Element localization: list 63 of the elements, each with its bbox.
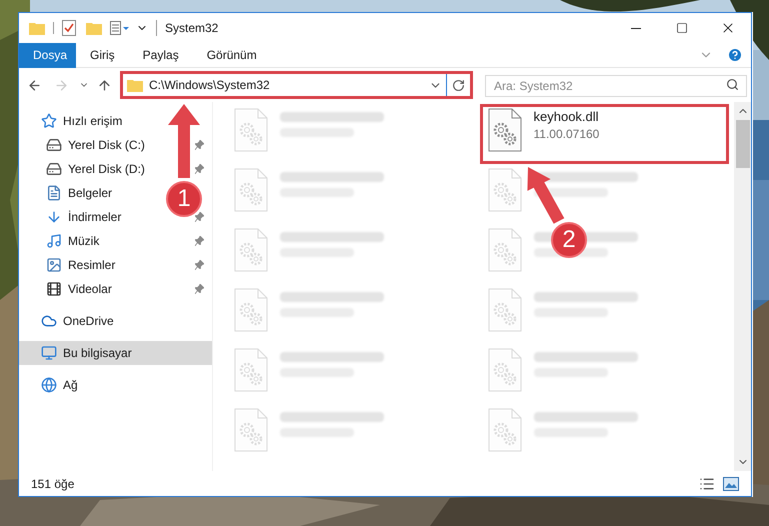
dll-file-icon <box>488 108 522 152</box>
dll-file-icon <box>234 288 268 332</box>
dll-file-icon <box>488 168 522 212</box>
dll-file-icon <box>488 408 522 452</box>
sidebar-item[interactable]: İndirmeler <box>19 205 159 229</box>
help-icon[interactable] <box>727 47 743 63</box>
sidebar-item[interactable]: Resimler <box>19 253 159 277</box>
document-icon <box>46 185 62 201</box>
file-name: keyhook.dll <box>534 108 600 126</box>
sidebar-item[interactable]: Hızlı erişim <box>19 109 159 133</box>
sidebar-item[interactable]: Ağ <box>19 373 159 397</box>
file-description: 11.00.07160 <box>534 126 600 142</box>
window-title: System32 <box>165 20 218 37</box>
file-item[interactable]: keyhook.dll 11.00.07160 <box>480 105 728 163</box>
scrollbar[interactable] <box>734 102 751 471</box>
sidebar-item[interactable]: Yerel Disk (C:) <box>19 133 159 157</box>
search-field[interactable]: Ara: System32 <box>485 75 747 97</box>
checklist-icon <box>62 20 76 36</box>
search-icon <box>726 78 739 91</box>
folder-icon <box>29 21 45 35</box>
refresh-icon[interactable] <box>452 78 465 92</box>
back-icon[interactable] <box>27 78 42 92</box>
picture-icon <box>46 257 62 273</box>
download-icon <box>46 209 62 225</box>
drive-icon <box>46 161 62 177</box>
cloud-icon <box>41 313 57 329</box>
sidebar-item[interactable]: Bu bilgisayar <box>19 341 212 365</box>
music-note-icon <box>46 233 62 249</box>
sidebar-item[interactable]: OneDrive <box>19 309 159 333</box>
large-icons-view-icon[interactable] <box>723 476 739 490</box>
dll-file-icon <box>488 288 522 332</box>
address-bar[interactable]: C:\Windows\System32 <box>120 71 473 99</box>
ribbon-tab[interactable]: Paylaş <box>128 42 193 68</box>
properties-icon <box>110 21 130 35</box>
monitor-icon <box>41 345 57 361</box>
up-icon[interactable] <box>97 78 112 92</box>
ribbon-tab[interactable]: Görünüm <box>192 42 271 68</box>
dll-file-icon <box>234 348 268 392</box>
sidebar-item[interactable]: Müzik <box>19 229 159 253</box>
dll-file-icon <box>234 108 268 152</box>
folder-icon <box>86 21 102 35</box>
globe-icon <box>41 377 57 393</box>
film-icon <box>46 281 62 297</box>
details-view-icon[interactable] <box>699 476 715 492</box>
dll-file-icon <box>234 228 268 272</box>
dll-file-icon <box>234 168 268 212</box>
sidebar-item[interactable]: Yerel Disk (D:) <box>19 157 159 181</box>
maximize-icon <box>676 22 688 34</box>
scroll-thumb[interactable] <box>736 120 750 168</box>
dll-file-icon <box>488 348 522 392</box>
dll-file-icon <box>488 228 522 272</box>
numbered-arrow-callout: 2 <box>524 166 589 260</box>
sidebar-item[interactable]: Belgeler <box>19 181 159 205</box>
star-icon <box>41 113 57 129</box>
numbered-arrow-callout: 1 <box>164 104 202 218</box>
sidebar-item[interactable]: Videolar <box>19 277 159 301</box>
ribbon-tab[interactable]: Dosya <box>19 42 76 68</box>
ribbon-tab[interactable]: Giriş <box>76 42 129 68</box>
dll-file-icon <box>234 408 268 452</box>
drive-icon <box>46 137 62 153</box>
item-count: 151 öğe <box>31 476 74 492</box>
address-path: C:\Windows\System32 <box>149 77 271 94</box>
folder-icon <box>127 78 143 92</box>
